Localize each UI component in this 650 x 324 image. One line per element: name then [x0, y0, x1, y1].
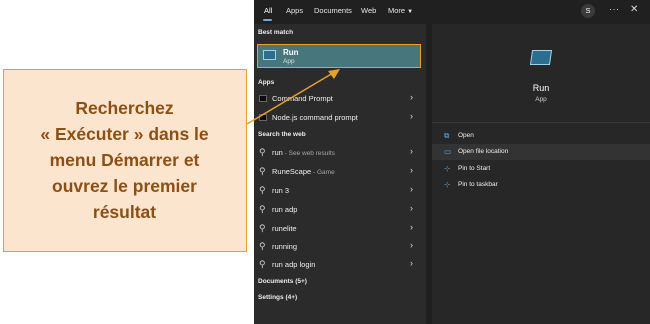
run-app-icon [263, 50, 276, 60]
action-label: Pin to taskbar [458, 181, 498, 188]
web-result-suffix: - See web results [282, 150, 335, 157]
chevron-right-icon[interactable]: › [410, 184, 413, 194]
action-open-file-location[interactable]: ▭ Open file location [432, 144, 650, 160]
web-result-0[interactable]: ⚲ run - See web results › [254, 144, 426, 162]
chevron-right-icon[interactable]: › [410, 165, 413, 175]
callout-line: résultat [92, 202, 157, 222]
chevron-down-icon: ▼ [407, 9, 414, 15]
chevron-right-icon[interactable]: › [410, 111, 413, 121]
pin-icon: ⊹ [444, 180, 451, 189]
tab-documents[interactable]: Documents [314, 6, 352, 15]
best-match-run[interactable]: Run App [257, 44, 421, 68]
callout-line: « Exécuter » dans le [40, 124, 209, 144]
detail-title: Run [532, 83, 550, 93]
best-match-type: App [283, 58, 295, 65]
web-result-label: run - See web results [272, 148, 335, 157]
app-item-command-prompt[interactable]: Command Prompt › [254, 90, 426, 108]
tab-more-label: More [388, 6, 406, 15]
detail-pane: Run App ⧉ Open ▭ Open file location ⊹ Pi… [432, 24, 650, 324]
web-result-label: run 3 [272, 186, 290, 195]
action-pin-to-start[interactable]: ⊹ Pin to Start [432, 161, 650, 177]
search-icon: ⚲ [259, 204, 266, 214]
web-result-query: run [272, 148, 283, 157]
instruction-callout: Recherchez « Exécuter » dans le menu Dém… [3, 69, 247, 252]
folder-icon: ▭ [444, 147, 452, 156]
search-icon: ⚲ [259, 166, 266, 176]
tab-apps[interactable]: Apps [286, 6, 303, 15]
web-result-label: running [272, 242, 298, 251]
active-tab-indicator [263, 19, 272, 21]
chevron-right-icon[interactable]: › [410, 240, 413, 250]
chevron-right-icon[interactable]: › [410, 258, 413, 268]
callout-line: Recherchez [75, 98, 174, 118]
chevron-right-icon[interactable]: › [410, 92, 413, 102]
app-item-label: Command Prompt [272, 94, 333, 103]
best-match-title: Run [283, 48, 299, 57]
web-result-1[interactable]: ⚲ RuneScape - Game › [254, 163, 426, 181]
web-result-label: run adp [272, 205, 298, 214]
callout-text: Recherchez « Exécuter » dans le menu Dém… [4, 95, 245, 225]
action-label: Pin to Start [458, 165, 491, 172]
search-icon: ⚲ [259, 259, 266, 269]
terminal-icon [259, 95, 267, 102]
action-label: Open file location [458, 148, 509, 155]
web-result-query: RuneScape [272, 167, 312, 176]
web-result-3[interactable]: ⚲ run adp › [254, 201, 426, 219]
web-heading: Search the web [258, 131, 306, 138]
more-options-icon[interactable]: ··· [609, 4, 620, 14]
tab-more[interactable]: More ▼ [388, 6, 413, 15]
best-match-heading: Best match [258, 29, 294, 36]
detail-type: App [535, 96, 547, 103]
documents-heading[interactable]: Documents (5+) [258, 278, 307, 285]
settings-heading[interactable]: Settings (4+) [258, 294, 297, 301]
divider [432, 122, 650, 123]
search-tabs: All Apps Documents Web More ▼ S ··· ✕ [254, 0, 650, 24]
close-icon[interactable]: ✕ [630, 4, 638, 15]
tab-web[interactable]: Web [361, 6, 376, 15]
web-result-label: run adp login [272, 260, 316, 269]
open-icon: ⧉ [444, 131, 450, 140]
web-result-suffix: - Game [311, 169, 335, 176]
tab-all[interactable]: All [264, 6, 272, 15]
action-label: Open [458, 132, 474, 139]
app-item-label: Node.js command prompt [272, 113, 358, 122]
web-result-2[interactable]: ⚲ run 3 › [254, 182, 426, 200]
run-app-icon [529, 50, 553, 65]
chevron-right-icon[interactable]: › [410, 222, 413, 232]
web-result-label: runelite [272, 224, 297, 233]
app-item-nodejs-prompt[interactable]: Node.js command prompt › [254, 109, 426, 127]
action-open[interactable]: ⧉ Open [432, 128, 650, 144]
apps-heading: Apps [258, 79, 275, 86]
web-result-6[interactable]: ⚲ run adp login › [254, 256, 426, 274]
search-icon: ⚲ [259, 185, 266, 195]
search-icon: ⚲ [259, 241, 266, 251]
chevron-right-icon[interactable]: › [410, 203, 413, 213]
windows-search-panel: All Apps Documents Web More ▼ S ··· ✕ Bes… [254, 0, 650, 324]
user-avatar[interactable]: S [581, 4, 595, 18]
terminal-icon [259, 114, 267, 121]
action-pin-to-taskbar[interactable]: ⊹ Pin to taskbar [432, 177, 650, 193]
search-icon: ⚲ [259, 223, 266, 233]
callout-line: ouvrez le premier [52, 176, 197, 196]
results-list: Best match Run App Apps Command Prompt ›… [254, 24, 426, 324]
chevron-right-icon[interactable]: › [410, 146, 413, 156]
search-icon: ⚲ [259, 147, 266, 157]
callout-line: menu Démarrer et [49, 150, 200, 170]
web-result-5[interactable]: ⚲ running › [254, 238, 426, 256]
web-result-4[interactable]: ⚲ runelite › [254, 220, 426, 238]
web-result-label: RuneScape - Game [272, 167, 335, 176]
pin-icon: ⊹ [444, 164, 451, 173]
